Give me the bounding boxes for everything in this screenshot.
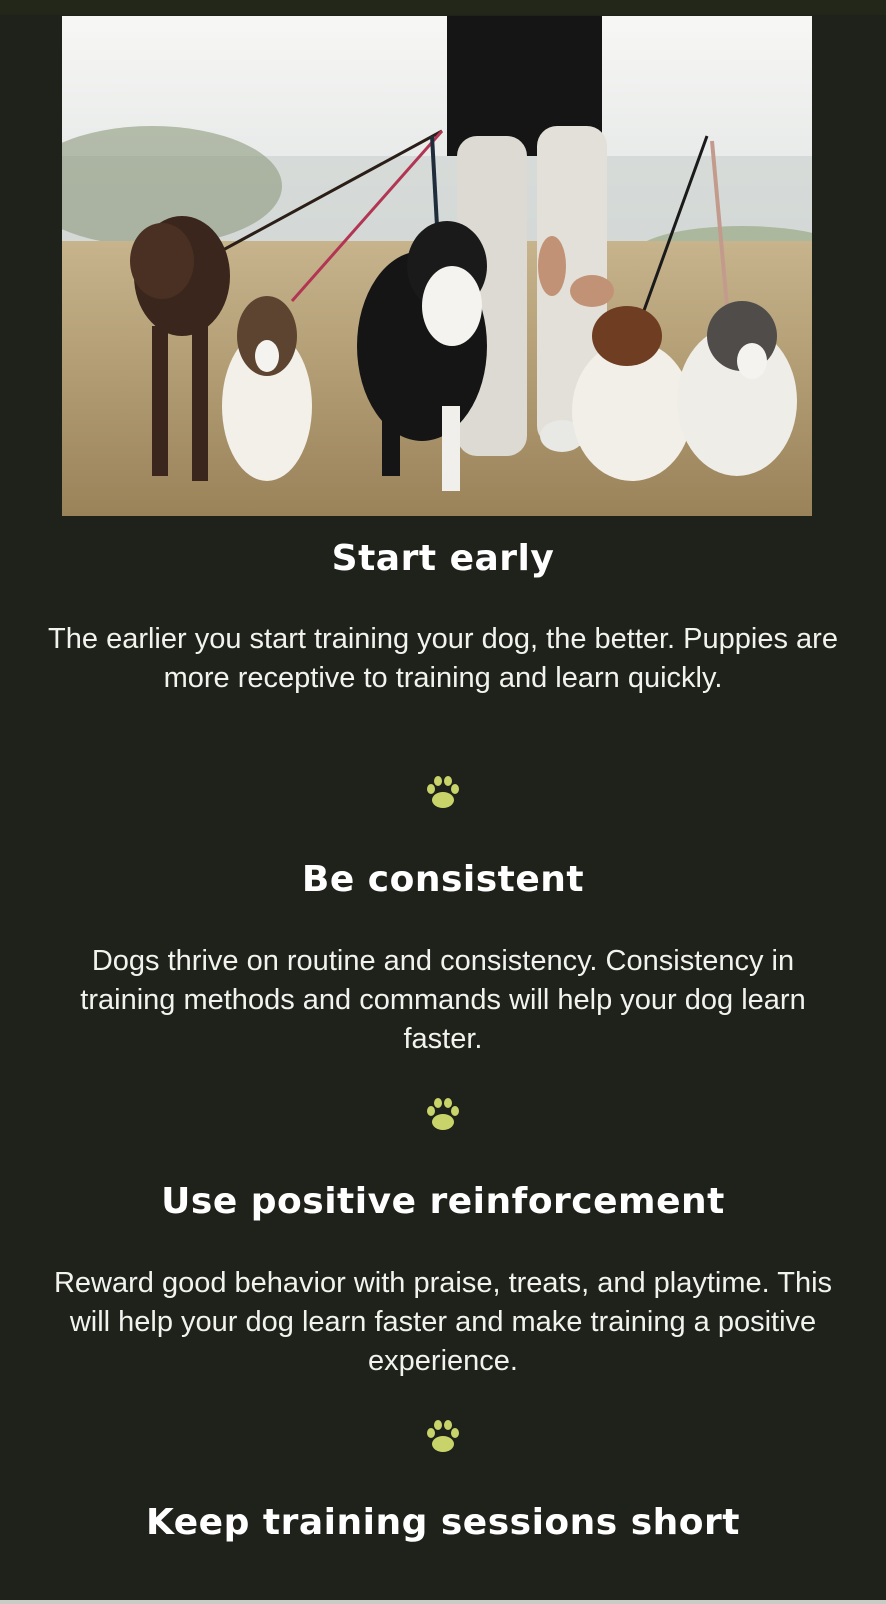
tip-positive-reinforcement: Use positive reinforcement (0, 1180, 886, 1224)
divider (0, 1600, 886, 1604)
tip-short-sessions: Keep training sessions short (0, 1501, 886, 1545)
tip-body: The earlier you start training your dog,… (48, 623, 838, 694)
paw-icon (0, 772, 886, 816)
tip-body: Reward good behavior with praise, treats… (53, 1267, 833, 1377)
top-bar (0, 0, 886, 15)
tip-heading: Start early (331, 538, 555, 579)
paw-icon (0, 1416, 886, 1460)
tip-heading: Use positive reinforcement (161, 1181, 725, 1222)
tip-heading: Keep training sessions short (145, 1502, 740, 1543)
tip-heading: Be consistent (301, 859, 585, 900)
tip-body: Dogs thrive on routine and consistency. … (80, 945, 806, 1055)
tip-be-consistent: Be consistent (0, 858, 886, 902)
tip-start-early-body: The earlier you start training your dog,… (0, 620, 886, 698)
paw-icon (0, 1094, 886, 1138)
tip-start-early: Start early (0, 537, 886, 581)
tip-be-consistent-body: Dogs thrive on routine and consistency. … (0, 942, 886, 1059)
hero-image (62, 16, 812, 516)
tip-positive-reinforcement-body: Reward good behavior with praise, treats… (0, 1264, 886, 1381)
